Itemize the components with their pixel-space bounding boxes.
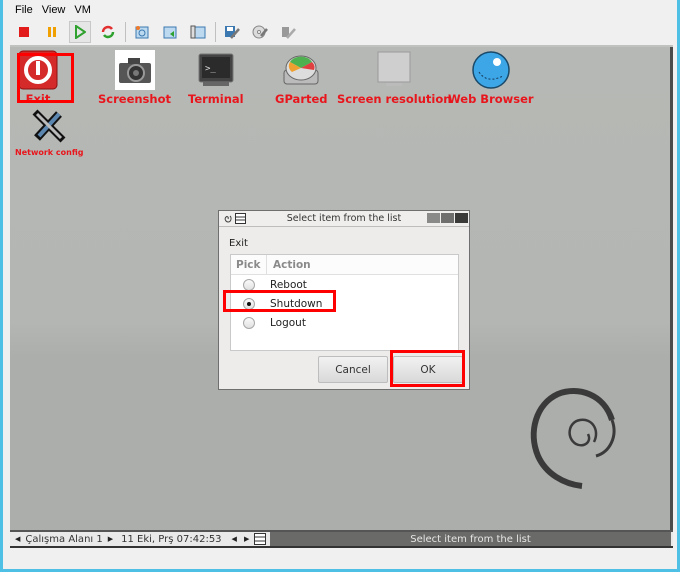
task-next-icon[interactable]: ▶ — [244, 535, 249, 543]
radio-reboot[interactable] — [243, 278, 255, 291]
vm-window: File View VM Exit Screenshot >_ Terminal… — [3, 0, 677, 569]
stop-button[interactable] — [13, 21, 35, 43]
workspace-next-icon[interactable]: ▶ — [108, 535, 113, 543]
disk-icon — [281, 50, 321, 90]
toolbar-separator — [215, 22, 216, 42]
globe-icon — [471, 50, 511, 90]
select-item-dialog: Select item from the list Exit Pick Acti… — [218, 210, 470, 390]
menu-file[interactable]: File — [15, 4, 33, 16]
desktop-icon-label: Screen resolution — [337, 92, 452, 106]
power-icon — [18, 50, 58, 90]
clock: 11 Eki, Prş 07:42:53 — [121, 533, 222, 545]
terminal-icon: >_ — [196, 50, 236, 90]
minimize-button[interactable] — [427, 213, 440, 223]
insert-disk-button[interactable] — [249, 21, 271, 43]
desktop-icon-screenshot[interactable]: Screenshot — [98, 50, 171, 106]
revert-snapshot-icon — [163, 26, 177, 39]
task-prev-icon[interactable]: ◀ — [232, 535, 237, 543]
desktop-icon-label: Web Browser — [448, 92, 534, 106]
menu-view[interactable]: View — [42, 4, 66, 16]
row-label: Reboot — [270, 278, 307, 291]
list-row-reboot[interactable]: Reboot — [231, 275, 458, 294]
cancel-button[interactable]: Cancel — [318, 356, 388, 383]
svg-text:>_: >_ — [205, 64, 216, 74]
action-list: Pick Action Reboot Shutdown Logout — [230, 254, 459, 351]
settings-button[interactable] — [221, 21, 243, 43]
ok-button[interactable]: OK — [393, 356, 463, 383]
dialog-title-bar[interactable]: Select item from the list — [219, 211, 469, 227]
desktop-icon-label: Terminal — [188, 92, 244, 106]
stop-icon — [19, 27, 29, 37]
screen-edge — [670, 47, 673, 547]
snapshot-icon — [135, 26, 149, 39]
row-label: Logout — [270, 316, 306, 329]
column-header-pick[interactable]: Pick — [231, 255, 267, 274]
pause-button[interactable] — [41, 21, 63, 43]
revert-snapshot-button[interactable] — [159, 21, 181, 43]
taskbar: ◀ Çalışma Alanı 1 ▶ 11 Eki, Prş 07:42:53… — [10, 530, 673, 548]
workspace-name: Çalışma Alanı 1 — [25, 533, 103, 545]
desktop-icon-network-config[interactable]: Network config — [15, 106, 83, 157]
play-button[interactable] — [69, 21, 91, 43]
row-label: Shutdown — [270, 297, 323, 310]
desktop-icon-web-browser[interactable]: Web Browser — [448, 50, 534, 106]
list-row-logout[interactable]: Logout — [231, 313, 458, 332]
desktop-icon-label: Exit — [25, 92, 51, 106]
radio-shutdown[interactable] — [243, 297, 255, 310]
pause-icon — [48, 27, 56, 37]
menu-vm[interactable]: VM — [74, 4, 91, 16]
list-row-shutdown[interactable]: Shutdown — [231, 294, 458, 313]
camera-icon — [114, 50, 155, 90]
list-header: Pick Action — [231, 255, 458, 275]
taskbar-active-task[interactable]: Select item from the list — [270, 532, 671, 546]
toolbar-separator — [125, 22, 126, 42]
usb-settings-icon — [282, 27, 296, 39]
close-button[interactable] — [455, 213, 468, 223]
toolbar — [3, 20, 677, 44]
usb-settings-button[interactable] — [277, 21, 299, 43]
insert-disk-icon — [252, 25, 268, 39]
debian-logo-icon — [530, 388, 616, 489]
reset-button[interactable] — [97, 21, 119, 43]
desktop-icon-label: Screenshot — [98, 92, 171, 106]
desktop-icon-label: Network config — [15, 148, 84, 157]
dialog-prompt: Exit — [229, 238, 248, 249]
column-header-action[interactable]: Action — [267, 259, 311, 271]
tools-icon — [29, 106, 69, 146]
radio-logout[interactable] — [243, 316, 255, 329]
desktop-icon-gparted[interactable]: GParted — [275, 50, 328, 106]
snapshot-button[interactable] — [131, 21, 153, 43]
maximize-button[interactable] — [441, 213, 454, 223]
desktop-icon-exit[interactable]: Exit — [18, 50, 58, 106]
window-list-icon[interactable] — [254, 533, 267, 545]
desktop-icon-label: GParted — [275, 92, 328, 106]
manage-snapshots-icon — [190, 25, 206, 39]
desktop-icon-screen-resolution[interactable]: Screen resolution — [337, 50, 451, 106]
desktop-icon-terminal[interactable]: >_ Terminal — [188, 50, 244, 106]
vm-screen[interactable]: Exit Screenshot >_ Terminal GParted Scre… — [10, 45, 673, 547]
reset-icon — [101, 25, 115, 39]
workspace-prev-icon[interactable]: ◀ — [15, 535, 20, 543]
manage-snapshots-button[interactable] — [187, 21, 209, 43]
monitor-icon — [374, 50, 414, 90]
play-icon — [75, 25, 86, 39]
settings-icon — [225, 26, 240, 39]
menu-bar: File View VM — [3, 0, 677, 20]
